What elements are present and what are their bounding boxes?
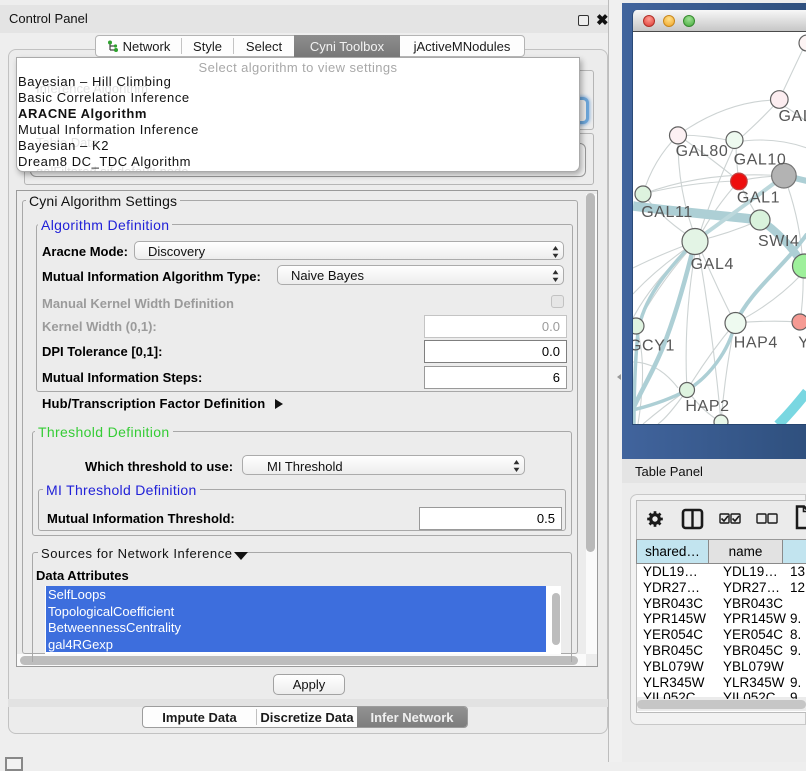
svg-text:GAL7: GAL7 (779, 108, 806, 125)
svg-text:GCY1: GCY1 (633, 338, 675, 355)
svg-text:SWI4: SWI4 (758, 233, 800, 250)
svg-text:GAL11: GAL11 (641, 204, 693, 221)
svg-text:GAL4: GAL4 (691, 256, 734, 273)
svg-text:GAL10: GAL10 (734, 152, 787, 169)
svg-text:GAL1: GAL1 (737, 190, 780, 207)
svg-text:HAP2: HAP2 (685, 398, 729, 415)
svg-text:HAP4: HAP4 (734, 335, 778, 352)
svg-text:Y: Y (798, 335, 806, 352)
svg-text:GAL80: GAL80 (676, 143, 729, 160)
